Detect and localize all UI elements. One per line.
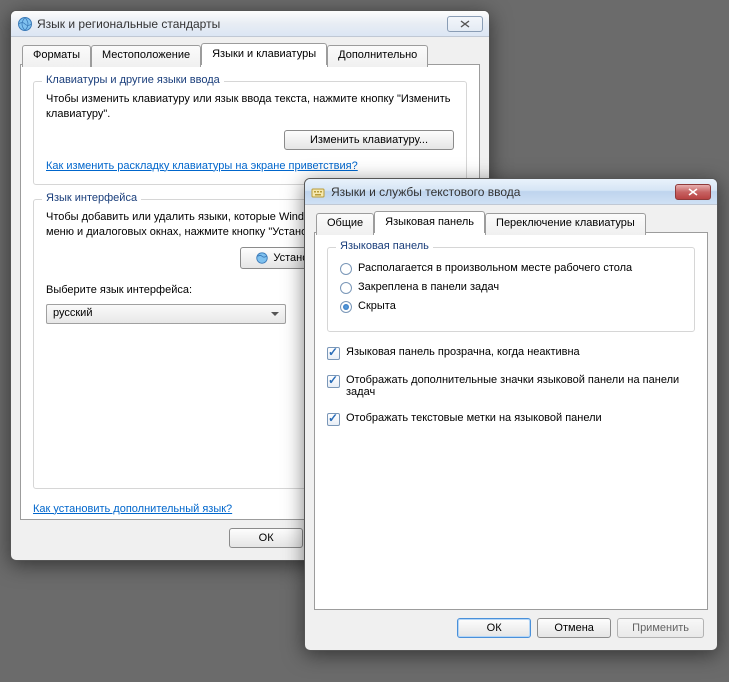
titlebar[interactable]: Язык и региональные стандарты: [11, 11, 489, 37]
titlebar[interactable]: Языки и службы текстового ввода: [305, 179, 717, 205]
radio-icon: [340, 282, 352, 294]
tab-keyboard-switching[interactable]: Переключение клавиатуры: [485, 213, 646, 235]
radio-docked-label: Закреплена в панели задач: [358, 281, 499, 293]
cancel-button[interactable]: Отмена: [537, 618, 611, 638]
tab-language-bar[interactable]: Языковая панель: [374, 211, 485, 233]
globe-icon: [17, 16, 33, 32]
ok-button[interactable]: ОК: [457, 618, 531, 638]
tab-location[interactable]: Местоположение: [91, 45, 201, 67]
keyboard-icon: [311, 184, 327, 200]
close-button[interactable]: [675, 184, 711, 200]
welcome-screen-link[interactable]: Как изменить раскладку клавиатуры на экр…: [46, 160, 358, 172]
radio-floating-label: Располагается в произвольном месте рабоч…: [358, 262, 632, 274]
checkbox-icon: [327, 347, 340, 360]
group-keyboards-legend: Клавиатуры и другие языки ввода: [42, 74, 224, 86]
check-transparent[interactable]: Языковая панель прозрачна, когда неактив…: [327, 346, 695, 360]
close-button[interactable]: [447, 16, 483, 32]
check-text-labels-label: Отображать текстовые метки на языковой п…: [346, 412, 602, 424]
change-keyboards-button[interactable]: Изменить клавиатуру...: [284, 130, 454, 150]
window-title: Язык и региональные стандарты: [37, 17, 447, 31]
text-services-window: Языки и службы текстового ввода Общие Яз…: [304, 178, 718, 651]
group-language-bar-legend: Языковая панель: [336, 240, 433, 252]
check-additional-icons-label: Отображать дополнительные значки языково…: [346, 374, 695, 398]
content-area: Общие Языковая панель Переключение клави…: [305, 205, 717, 650]
tabpage: Языковая панель Располагается в произвол…: [314, 232, 708, 610]
radio-floating[interactable]: Располагается в произвольном месте рабоч…: [340, 262, 682, 275]
checkbox-icon: [327, 413, 340, 426]
checkbox-icon: [327, 375, 340, 388]
display-language-select[interactable]: русский: [46, 304, 286, 324]
radio-hidden[interactable]: Скрыта: [340, 300, 682, 313]
check-transparent-label: Языковая панель прозрачна, когда неактив…: [346, 346, 580, 358]
group-display-legend: Язык интерфейса: [42, 192, 141, 204]
ok-button[interactable]: ОК: [229, 528, 303, 548]
check-text-labels[interactable]: Отображать текстовые метки на языковой п…: [327, 412, 695, 426]
apply-button[interactable]: Применить: [617, 618, 704, 638]
tabstrip: Общие Языковая панель Переключение клави…: [314, 211, 708, 233]
close-icon: [688, 188, 698, 196]
keyboards-text: Чтобы изменить клавиатуру или язык ввода…: [46, 92, 454, 122]
radio-hidden-label: Скрыта: [358, 300, 396, 312]
window-title: Языки и службы текстового ввода: [331, 185, 675, 199]
install-additional-languages-link[interactable]: Как установить дополнительный язык?: [33, 503, 232, 515]
tab-general[interactable]: Общие: [316, 213, 374, 235]
group-language-bar: Языковая панель Располагается в произвол…: [327, 247, 695, 332]
tab-keyboards-languages[interactable]: Языки и клавиатуры: [201, 43, 327, 65]
display-language-value: русский: [53, 307, 92, 319]
close-icon: [460, 20, 470, 28]
dialog-buttons: ОК Отмена Применить: [314, 610, 708, 640]
radio-icon: [340, 263, 352, 275]
tabstrip: Форматы Местоположение Языки и клавиатур…: [20, 43, 480, 65]
tab-formats[interactable]: Форматы: [22, 45, 91, 67]
tab-administrative[interactable]: Дополнительно: [327, 45, 428, 67]
radio-docked[interactable]: Закреплена в панели задач: [340, 281, 682, 294]
radio-icon: [340, 301, 352, 313]
globe-icon: [255, 251, 269, 265]
group-keyboards: Клавиатуры и другие языки ввода Чтобы из…: [33, 81, 467, 185]
check-additional-icons[interactable]: Отображать дополнительные значки языково…: [327, 374, 695, 398]
